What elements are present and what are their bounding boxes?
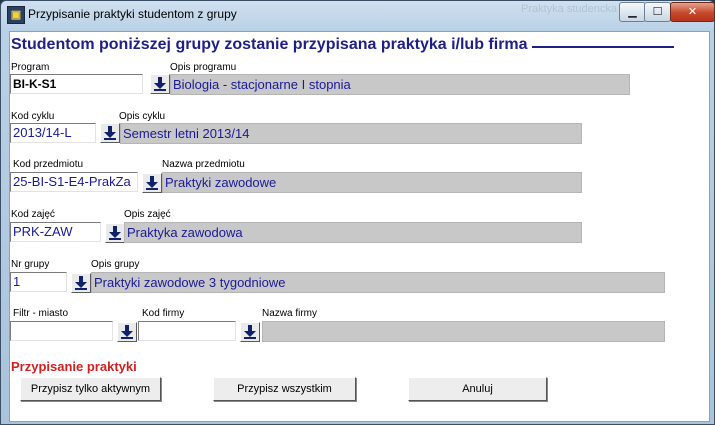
class-lookup-button[interactable] bbox=[105, 223, 125, 243]
page-heading: Studentom poniższej grupy zostanie przyp… bbox=[11, 36, 528, 53]
subject-desc-label: Nazwa przedmiotu bbox=[162, 159, 245, 170]
class-desc-label: Opis zajęć bbox=[124, 209, 171, 220]
download-arrow-icon bbox=[121, 325, 133, 339]
close-icon[interactable]: ✕ bbox=[670, 2, 715, 22]
company-lookup-button[interactable] bbox=[240, 322, 260, 342]
subject-label: Kod przedmiotu bbox=[13, 159, 84, 170]
program-desc-label: Opis programu bbox=[170, 62, 237, 73]
heading-underline bbox=[532, 46, 674, 48]
window-title: Przypisanie praktyki studentom z grupy bbox=[28, 7, 237, 21]
city-lookup-button[interactable] bbox=[117, 322, 137, 342]
class-desc-field: Praktyka zawodowa bbox=[124, 222, 582, 243]
class-field[interactable]: PRK-ZAW bbox=[10, 222, 101, 242]
program-lookup-button[interactable] bbox=[150, 74, 170, 94]
city-filter-label: Filtr - miasto bbox=[13, 308, 68, 319]
dialog-window: ▣ Przypisanie praktyki studentom z grupy… bbox=[0, 0, 715, 425]
company-name-field bbox=[262, 321, 665, 342]
program-desc-field: Biologia - stacjonarne I stopnia bbox=[170, 74, 630, 95]
company-code-label: Kod firmy bbox=[142, 308, 185, 319]
company-code-field[interactable] bbox=[138, 321, 236, 341]
program-field[interactable]: BI-K-S1 bbox=[10, 74, 143, 94]
download-arrow-icon bbox=[146, 176, 158, 190]
cycle-desc-field: Semestr letni 2013/14 bbox=[120, 123, 582, 144]
city-filter-field[interactable] bbox=[10, 321, 113, 341]
assign-active-button[interactable]: Przypisz tylko aktywnym bbox=[20, 377, 161, 401]
group-lookup-button[interactable] bbox=[71, 273, 91, 293]
group-label: Nr grupy bbox=[11, 259, 50, 270]
download-arrow-icon bbox=[154, 77, 166, 91]
cycle-field[interactable]: 2013/14-L bbox=[10, 123, 96, 143]
group-desc-field: Praktyki zawodowe 3 tygodniowe bbox=[91, 272, 665, 293]
subject-lookup-button[interactable] bbox=[142, 173, 162, 193]
cancel-button[interactable]: Anuluj bbox=[408, 377, 547, 401]
maximize-icon[interactable]: ☐ bbox=[644, 2, 671, 22]
download-arrow-icon bbox=[75, 276, 87, 290]
dialog-client-area: Studentom poniższej grupy zostanie przyp… bbox=[9, 31, 710, 422]
subject-desc-field: Praktyki zawodowe bbox=[162, 172, 582, 193]
cycle-label: Kod cyklu bbox=[11, 111, 55, 122]
cycle-desc-label: Opis cyklu bbox=[119, 111, 166, 122]
group-desc-label: Opis grupy bbox=[91, 259, 140, 270]
background-window-title: Praktyka studencka opis programu 1 bbox=[521, 3, 621, 15]
assign-all-button[interactable]: Przypisz wszystkim bbox=[213, 377, 356, 401]
program-label: Program bbox=[11, 62, 50, 73]
company-name-label: Nazwa firmy bbox=[262, 308, 318, 319]
minimize-icon[interactable]: ▁ bbox=[619, 2, 646, 22]
ds-app-icon: ▣ bbox=[7, 6, 25, 24]
download-arrow-icon bbox=[244, 325, 256, 339]
title-bar[interactable]: ▣ Przypisanie praktyki studentom z grupy… bbox=[1, 1, 715, 27]
cycle-lookup-button[interactable] bbox=[100, 123, 120, 143]
download-arrow-icon bbox=[109, 226, 121, 240]
class-label: Kod zajęć bbox=[11, 209, 55, 220]
group-field[interactable]: 1 bbox=[10, 272, 67, 292]
subject-field[interactable]: 25-BI-S1-E4-PrakZa bbox=[10, 172, 138, 192]
download-arrow-icon bbox=[104, 126, 116, 140]
section-title: Przypisanie praktyki bbox=[11, 359, 137, 374]
